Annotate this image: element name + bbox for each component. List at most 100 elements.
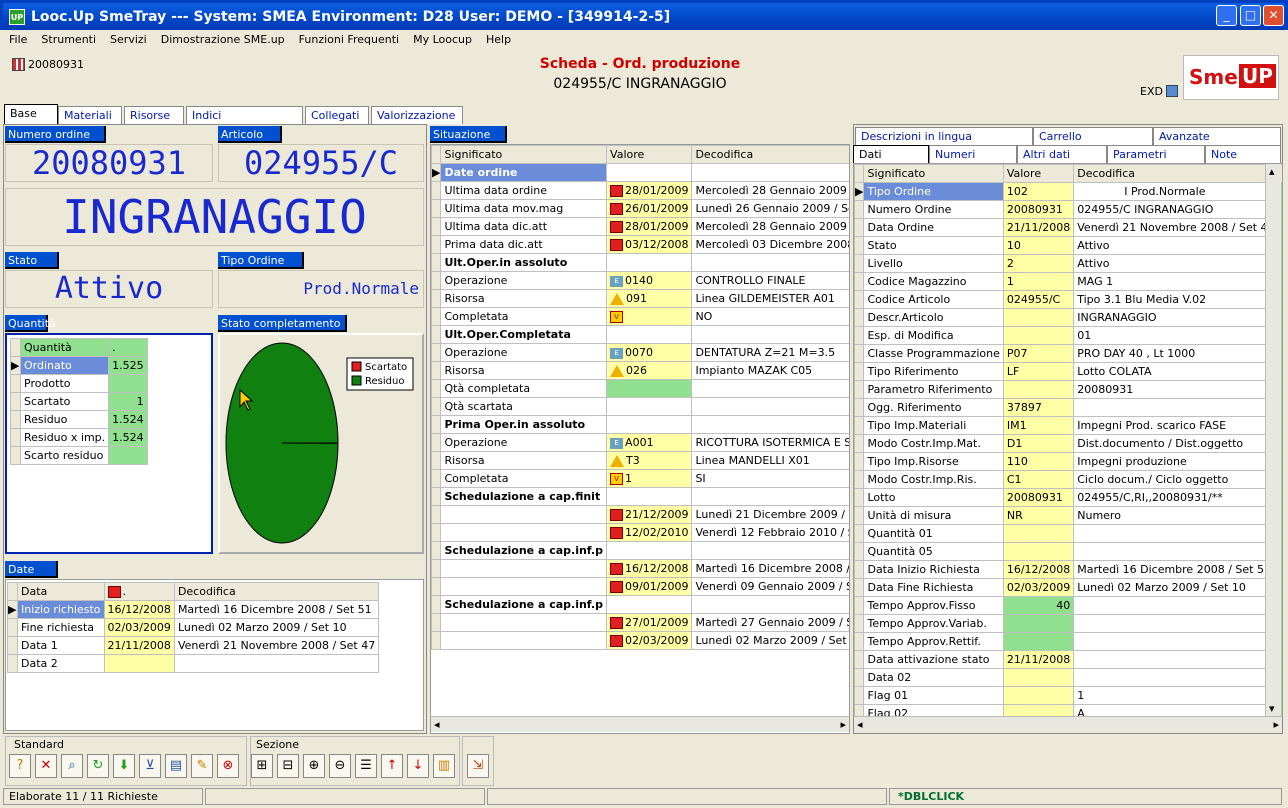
menu-funzioni-frequenti[interactable]: Funzioni Frequenti (299, 33, 399, 46)
tab-valorizzazione[interactable]: Valorizzazione (371, 106, 463, 124)
table-row[interactable]: Operazione E 0140 CONTROLLO FINALE (431, 271, 849, 290)
columns-icon[interactable]: ▥ (433, 754, 455, 778)
table-row[interactable]: Tempo Approv.Rettif. (854, 632, 1282, 651)
table-row[interactable]: Quantità 011.5 (854, 524, 1282, 543)
table-row[interactable]: Modo Costr.Imp.Mat. D1 Dist.documento / Di… (854, 434, 1282, 453)
refresh-icon[interactable]: ↻ (87, 754, 109, 778)
table-row[interactable]: Livello 2 Attivo (854, 254, 1282, 273)
table-row[interactable]: Prima data dic.att 03/12/2008 Mercoledì 03… (431, 235, 849, 254)
dati-vscroll[interactable]: ▴ ▾ (1265, 164, 1281, 716)
table-row[interactable]: 27/01/2009Martedì 27 Gennaio 2009 / Set … (431, 613, 849, 632)
table-row[interactable]: Data attivazione stato 21/11/2008 (854, 650, 1282, 669)
table-row[interactable]: Esp. di Modifica 01 (854, 326, 1282, 345)
tab-parametri[interactable]: Parametri (1107, 145, 1205, 163)
table-row[interactable]: Data Inizio Richiesta 16/12/2008 Martedì 1… (854, 560, 1282, 579)
scroll-right-icon[interactable]: ▸ (840, 718, 846, 731)
table-row[interactable]: 21/12/2009Lunedì 21 Dicembre 2009 / Set … (431, 505, 849, 524)
arrow-down-icon[interactable]: ↓ (407, 754, 429, 778)
table-row[interactable]: 09/01/2009Venerdì 09 Gennaio 2009 / Set … (431, 577, 849, 596)
table-row[interactable]: Tipo Imp.Materiali IM1 Impegni Prod. scari… (854, 416, 1282, 435)
table-row[interactable]: 02/03/2009 Lunedì 02 Marzo 2009 / Set 10 (431, 631, 849, 650)
tools-icon[interactable]: ✎ (191, 754, 213, 778)
tab-collegati[interactable]: Collegati (305, 106, 369, 124)
table-row[interactable]: Schedulazione a cap.inf.p (431, 595, 849, 614)
table-row[interactable]: Residuo 1.524 (10, 410, 148, 429)
table-row[interactable]: ▶ Inizio richiesto 16/12/2008 Martedì 16 Di… (7, 600, 380, 619)
menu-my-loocup[interactable]: My Loocup (413, 33, 472, 46)
tab-numeri[interactable]: Numeri (929, 145, 1017, 163)
table-row[interactable]: Ultima data mov.mag 26/01/2009 Lunedì 26 G… (431, 199, 849, 218)
table-row[interactable]: Classe Programmazione P07 PRO DAY 40 , Lt … (854, 344, 1282, 363)
help-icon[interactable]: ? (9, 754, 31, 778)
confirm-icon[interactable]: ⬇ (113, 754, 135, 778)
table-row[interactable]: 12/02/2010Venerdì 12 Febbraio 2010 / Set… (431, 523, 849, 542)
table-row[interactable]: Residuo x imp. 1.524 (10, 428, 148, 447)
stop-icon[interactable]: ⊗ (217, 754, 239, 778)
tab-dati[interactable]: Dati (853, 145, 929, 163)
table-row[interactable]: ▶ Ordinato 1.525 (10, 356, 148, 375)
table-row[interactable]: Data 1 21/11/2008 Venerdì 21 Novembre 2008… (7, 636, 380, 655)
tree-expand-icon[interactable]: ⊞ (251, 754, 273, 778)
table-row[interactable]: Ult.Oper.Completata (431, 325, 849, 344)
table-row[interactable]: Risorsa T3 Linea MANDELLI X01 (431, 451, 849, 470)
export-icon[interactable]: ⇲ (467, 754, 489, 778)
tab-carrello[interactable]: Carrello (1033, 127, 1153, 145)
tab-avanzate[interactable]: Avanzate (1153, 127, 1281, 145)
table-row[interactable]: Qtà completata (431, 379, 849, 398)
table-row[interactable]: Tempo Approv.Fisso 40 (854, 596, 1282, 615)
table-row[interactable]: 16/12/2008Martedì 16 Dicembre 2008 / Set… (431, 559, 849, 578)
tab-base[interactable]: Base (4, 104, 58, 124)
tab-materiali[interactable]: Materiali (58, 106, 122, 124)
arrow-up-icon[interactable]: ↑ (381, 754, 403, 778)
table-row[interactable]: Risorsa 091 Linea GILDEMEISTER A01 (431, 289, 849, 308)
table-row[interactable]: Parametro Riferimento 20080931 (854, 380, 1282, 399)
tree-collapse-icon[interactable]: ⊟ (277, 754, 299, 778)
situazione-hscroll[interactable]: ◂ ▸ (431, 716, 849, 732)
menu-servizi[interactable]: Servizi (110, 33, 147, 46)
menu-file[interactable]: File (9, 33, 27, 46)
document-icon[interactable]: ▤ (165, 754, 187, 778)
table-row[interactable]: Tipo Riferimento LF Lotto COLATA (854, 362, 1282, 381)
cart-icon[interactable]: ⊻ (139, 754, 161, 778)
menu-dimostrazione-sme-up[interactable]: Dimostrazione SME.up (161, 33, 285, 46)
table-row[interactable]: Stato 10 Attivo (854, 236, 1282, 255)
table-row[interactable]: Scarto residuo (10, 446, 148, 465)
table-row[interactable]: Operazione E A001 RICOTTURA ISOTERMICA E SA… (431, 433, 849, 452)
table-row[interactable]: Risorsa 026 Impianto MAZAK C05 (431, 361, 849, 380)
table-row[interactable]: ▶ Date ordine (431, 163, 849, 182)
table-row[interactable]: Flag 01 1 (854, 686, 1282, 705)
cancel-icon[interactable]: ✕ (35, 754, 57, 778)
table-row[interactable]: Completata V 1 SI (431, 469, 849, 488)
list-icon[interactable]: ☰ (355, 754, 377, 778)
table-row[interactable]: Unità di misura NR Numero (854, 506, 1282, 525)
table-row[interactable]: Schedulazione a cap.inf.p (431, 541, 849, 560)
menu-strumenti[interactable]: Strumenti (41, 33, 96, 46)
table-row[interactable]: Lotto 20080931 024955/C,RI,,20080931/** (854, 488, 1282, 507)
table-row[interactable]: ▶ Tipo Ordine 102 I Prod.Normale (854, 182, 1282, 201)
scroll-down-icon[interactable]: ▾ (1269, 702, 1275, 715)
table-row[interactable]: Tempo Approv.Variab. (854, 614, 1282, 633)
tab-indici-avanzamento[interactable]: Indici avanzamento (186, 106, 303, 135)
table-row[interactable]: Tipo Imp.Risorse 110 Impegni produzione (854, 452, 1282, 471)
scroll-right-icon[interactable]: ▸ (1273, 718, 1279, 731)
tab-note[interactable]: Note (1205, 145, 1281, 163)
table-row[interactable]: Ult.Oper.in assoluto (431, 253, 849, 272)
table-row[interactable]: Ultima data ordine 28/01/2009 Mercoledì 28… (431, 181, 849, 200)
table-row[interactable]: Descr.Articolo INGRANAGGIO (854, 308, 1282, 327)
menu-help[interactable]: Help (486, 33, 511, 46)
minimize-button[interactable]: _ (1216, 5, 1237, 26)
scroll-left-icon[interactable]: ◂ (434, 718, 440, 731)
table-row[interactable]: Codice Articolo 024955/C Tipo 3.1 Blu Medi… (854, 290, 1282, 309)
table-row[interactable]: Data 02 (854, 668, 1282, 687)
tree-remove-icon[interactable]: ⊖ (329, 754, 351, 778)
table-row[interactable]: Data Ordine 21/11/2008 Venerdì 21 Novembre… (854, 218, 1282, 237)
scroll-up-icon[interactable]: ▴ (1269, 165, 1275, 178)
table-row[interactable]: Completata V NO (431, 307, 849, 326)
table-row[interactable]: Fine richiesta 02/03/2009 Lunedì 02 Marzo … (7, 618, 380, 637)
table-row[interactable]: Quantità 051.5 (854, 542, 1282, 561)
tab-altri-dati[interactable]: Altri dati (1017, 145, 1107, 163)
tab-descrizioni-in-lingua[interactable]: Descrizioni in lingua (855, 127, 1033, 145)
search-icon[interactable]: ⌕ (61, 754, 83, 778)
dati-hscroll[interactable]: ◂ ▸ (854, 716, 1282, 732)
table-row[interactable]: Prodotto (10, 374, 148, 393)
